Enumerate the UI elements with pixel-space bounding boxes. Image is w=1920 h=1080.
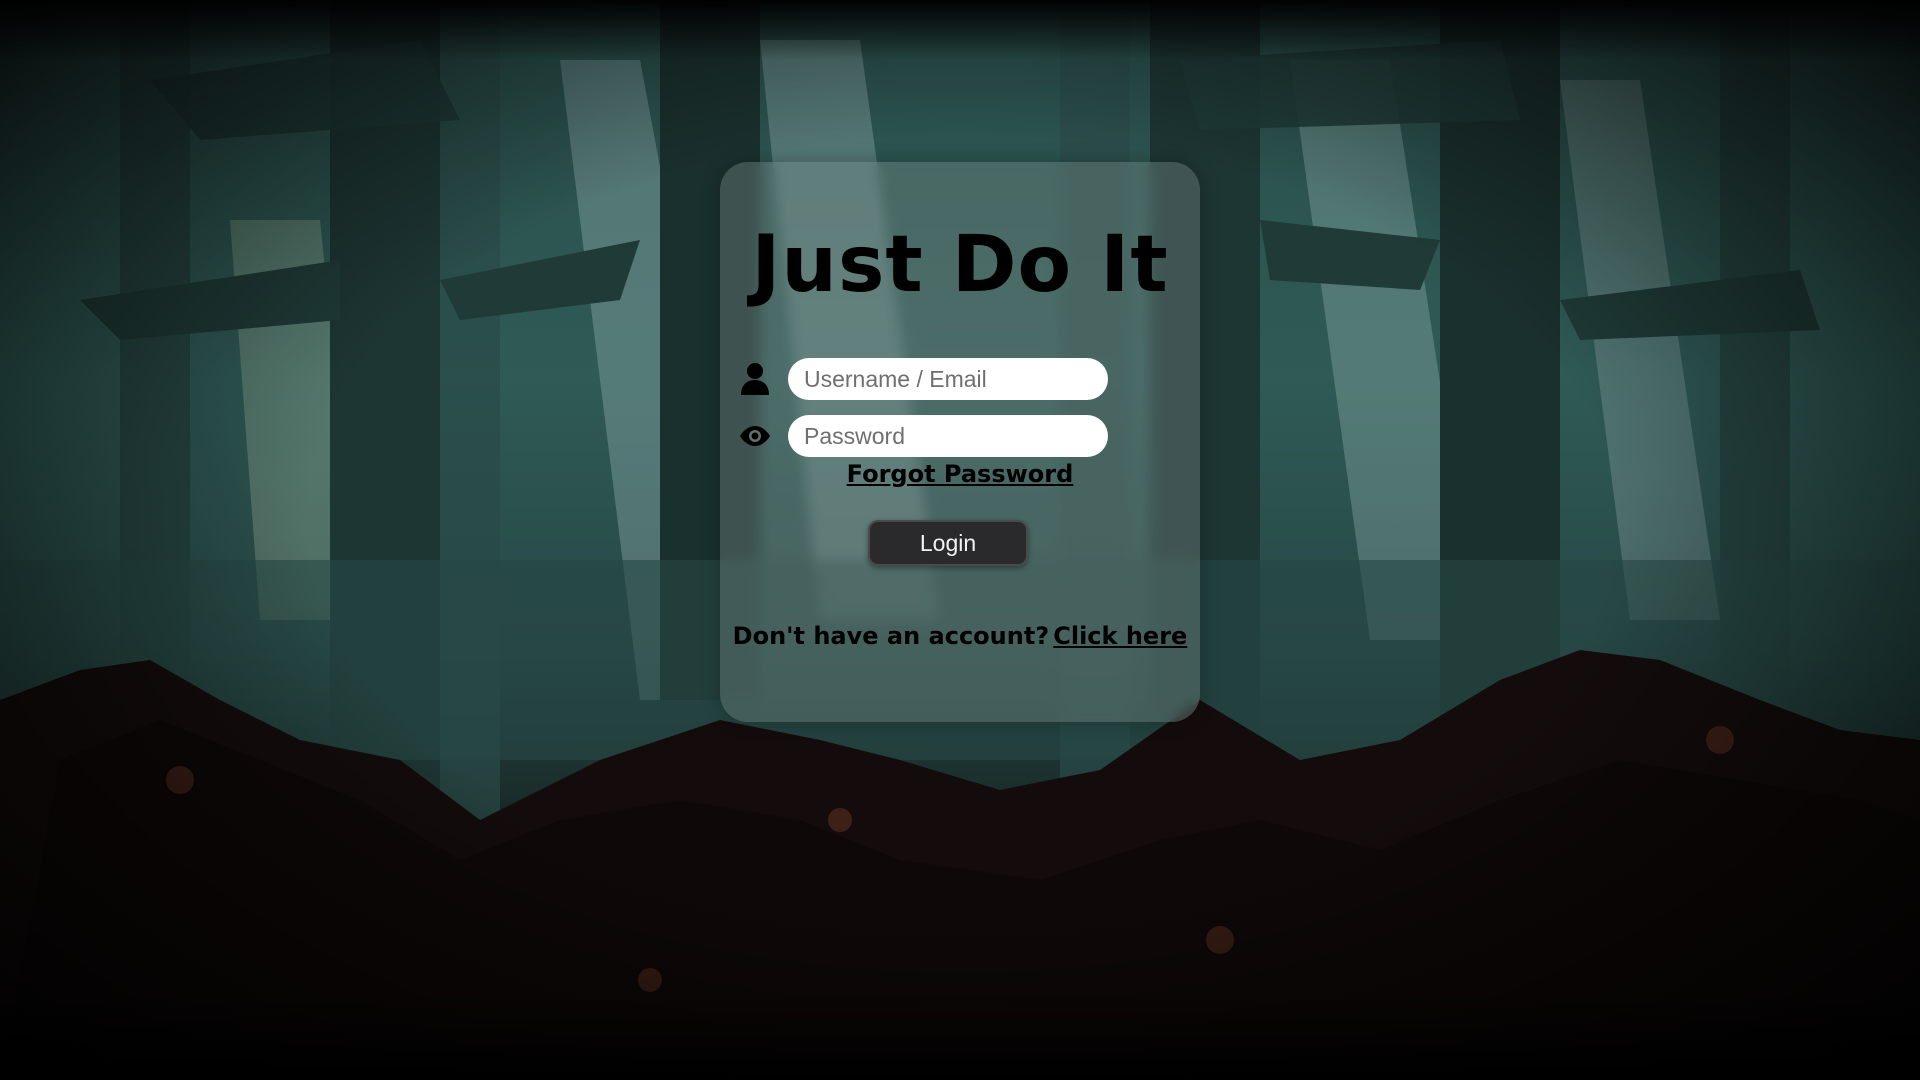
username-input[interactable] [788,358,1108,400]
user-icon [738,362,772,396]
signup-prompt: Don't have an account? Click here [720,622,1200,650]
forgot-password-link[interactable]: Forgot Password [720,460,1200,488]
signup-prompt-text: Don't have an account? [732,622,1050,650]
login-button[interactable]: Login [868,520,1028,566]
login-card: Just Do It Forgot Password Login Don't h… [720,162,1200,722]
username-row [738,358,1138,400]
signup-link[interactable]: Click here [1053,622,1187,650]
app-title: Just Do It [751,220,1169,310]
eye-icon[interactable] [738,419,772,453]
password-input[interactable] [788,415,1108,457]
password-row [738,415,1138,457]
